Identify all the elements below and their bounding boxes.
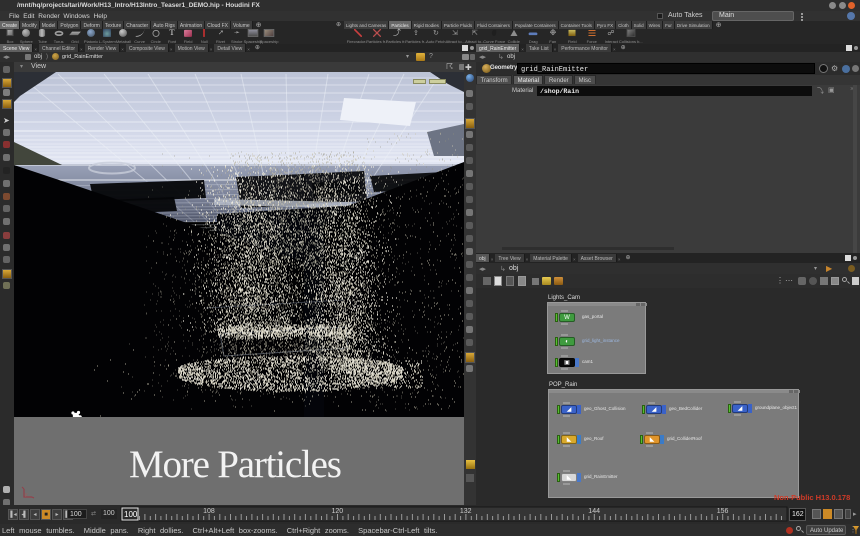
svg-text:108: 108 bbox=[203, 508, 215, 515]
svg-text:132: 132 bbox=[460, 508, 472, 515]
svg-text:144: 144 bbox=[588, 508, 600, 515]
svg-text:156: 156 bbox=[717, 508, 729, 515]
svg-text:120: 120 bbox=[332, 508, 344, 515]
svg-text:100: 100 bbox=[124, 510, 138, 519]
